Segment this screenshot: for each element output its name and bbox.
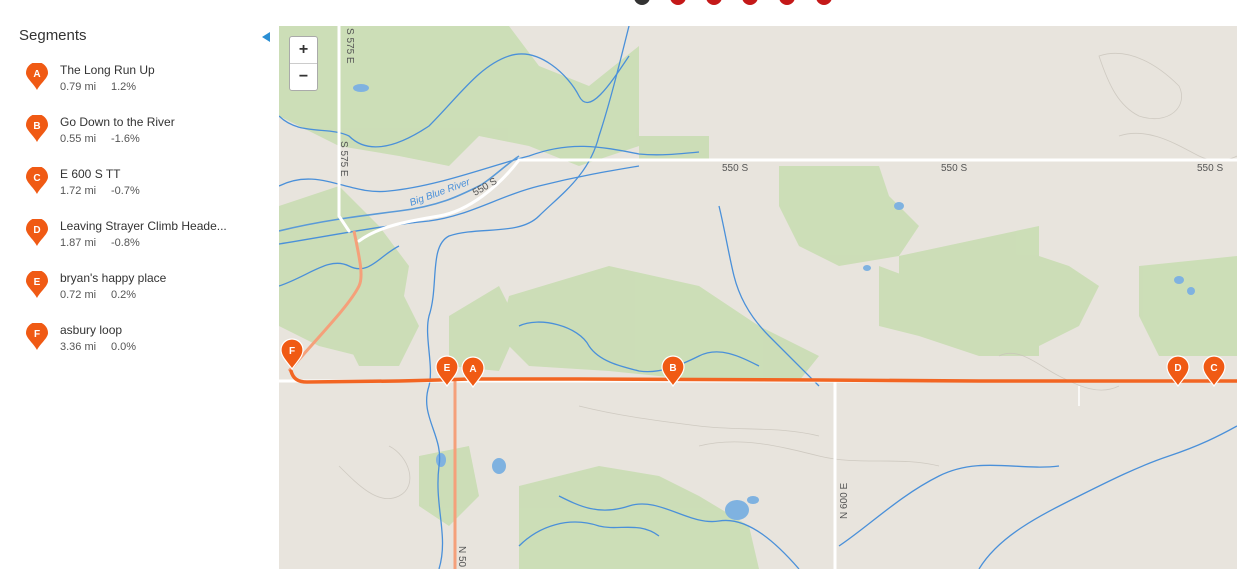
segments-sidebar: Segments A The Long Run Up 0.79 mi 1.2% B Go … bbox=[0, 0, 278, 569]
segment-item[interactable]: Ebryan's happy place 0.72 mi 0.2% bbox=[26, 271, 266, 311]
marker-f[interactable]: F bbox=[280, 338, 304, 371]
pin-letter: B bbox=[33, 121, 40, 132]
collapse-sidebar-icon[interactable] bbox=[260, 31, 272, 43]
dot-1[interactable] bbox=[634, 0, 650, 5]
segment-name[interactable]: asbury loop bbox=[60, 323, 260, 337]
map-svg: S 575 E S 575 E 550 S 550 S 550 S 550 S … bbox=[279, 26, 1237, 569]
pin-letter: E bbox=[34, 277, 41, 288]
segment-distance: 0.79 mi bbox=[60, 81, 97, 93]
svg-text:F: F bbox=[289, 346, 295, 357]
pin-letter: A bbox=[33, 69, 40, 80]
svg-text:C: C bbox=[1210, 363, 1217, 374]
svg-text:A: A bbox=[469, 364, 476, 375]
label-550s-b: 550 S bbox=[722, 163, 748, 174]
segment-item[interactable]: B Go Down to the River 0.55 mi -1.6% bbox=[26, 115, 266, 155]
segment-name[interactable]: bryan's happy place bbox=[60, 271, 260, 285]
top-pagination-dots bbox=[634, 0, 832, 5]
map-pin-icon: E bbox=[26, 271, 48, 298]
dot-5[interactable] bbox=[779, 0, 795, 5]
segment-item[interactable]: A The Long Run Up 0.79 mi 1.2% bbox=[26, 63, 266, 103]
dot-3[interactable] bbox=[706, 0, 722, 5]
segment-distance: 0.55 mi bbox=[60, 133, 97, 145]
label-550s-d: 550 S bbox=[1197, 163, 1223, 174]
segment-item[interactable]: Fasbury loop 3.36 mi 0.0% bbox=[26, 323, 266, 363]
svg-text:E: E bbox=[444, 363, 451, 374]
map-canvas[interactable]: S 575 E S 575 E 550 S 550 S 550 S 550 S … bbox=[279, 26, 1237, 569]
pin-letter: F bbox=[34, 329, 40, 340]
pin-letter: D bbox=[33, 225, 40, 236]
sidebar-title: Segments bbox=[19, 27, 87, 44]
pin-letter: C bbox=[33, 173, 40, 184]
zoom-out-button[interactable]: − bbox=[290, 64, 317, 90]
segment-name[interactable]: Go Down to the River bbox=[60, 115, 260, 129]
segment-grade: 1.2% bbox=[111, 81, 137, 93]
segment-name[interactable]: E 600 S TT bbox=[60, 167, 260, 181]
segment-distance: 1.87 mi bbox=[60, 237, 97, 249]
segment-item[interactable]: C E 600 S TT 1.72 mi -0.7% bbox=[26, 167, 266, 207]
label-n600e: N 600 E bbox=[839, 483, 850, 519]
segment-grade: -0.7% bbox=[111, 185, 140, 197]
map-pin-icon: B bbox=[26, 115, 48, 142]
map-pin-icon: F bbox=[26, 323, 48, 350]
segment-grade: 0.0% bbox=[111, 341, 137, 353]
label-n50: N 50 bbox=[456, 546, 467, 568]
dot-2[interactable] bbox=[670, 0, 686, 5]
park-areas bbox=[279, 26, 1237, 569]
segment-item[interactable]: D Leaving Strayer Climb Heade... 1.87 mi -0… bbox=[26, 219, 266, 259]
dot-4[interactable] bbox=[742, 0, 758, 5]
segment-name[interactable]: Leaving Strayer Climb Heade... bbox=[60, 219, 260, 233]
zoom-in-button[interactable]: + bbox=[290, 37, 317, 64]
segment-grade: 0.2% bbox=[111, 289, 137, 301]
map-pin-icon: D bbox=[26, 219, 48, 246]
segment-grade: -0.8% bbox=[111, 237, 140, 249]
segment-name[interactable]: The Long Run Up bbox=[60, 63, 260, 77]
segment-distance: 0.72 mi bbox=[60, 289, 97, 301]
segment-distance: 1.72 mi bbox=[60, 185, 97, 197]
segment-grade: -1.6% bbox=[111, 133, 140, 145]
segment-distance: 3.36 mi bbox=[60, 341, 97, 353]
label-550s-c: 550 S bbox=[941, 163, 967, 174]
zoom-control: + − bbox=[289, 36, 318, 91]
svg-text:B: B bbox=[669, 363, 676, 374]
map-pin-icon: C bbox=[26, 167, 48, 194]
map-pin-icon: A bbox=[26, 63, 48, 90]
svg-text:D: D bbox=[1174, 363, 1181, 374]
label-s575e-mid: S 575 E bbox=[338, 141, 349, 177]
dot-6[interactable] bbox=[816, 0, 832, 5]
label-s575e-top: S 575 E bbox=[344, 28, 355, 64]
